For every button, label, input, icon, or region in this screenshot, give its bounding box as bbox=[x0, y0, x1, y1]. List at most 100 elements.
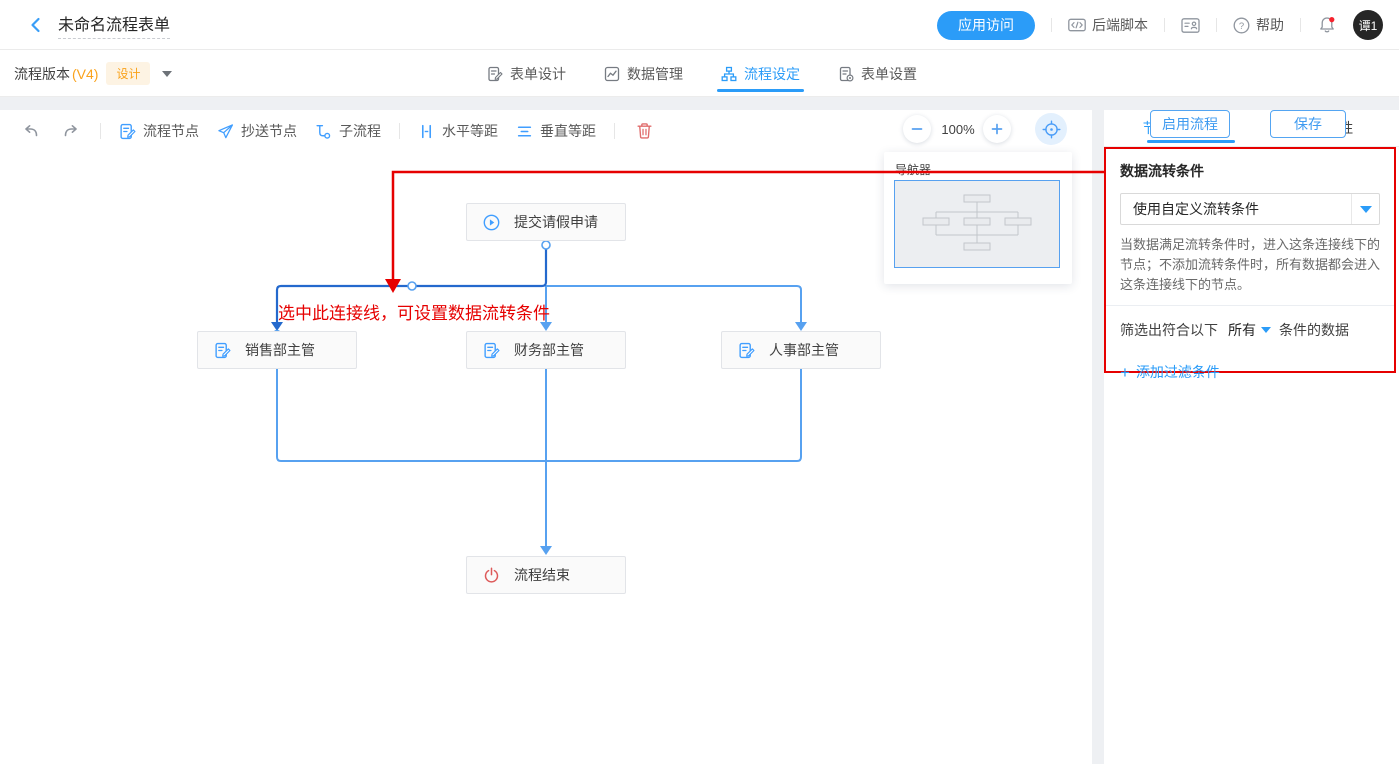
redo-button[interactable] bbox=[60, 120, 82, 142]
active-tab-underline bbox=[717, 89, 804, 92]
vertical-spacing-label: 垂直等距 bbox=[540, 121, 596, 141]
divider bbox=[100, 123, 101, 139]
divider bbox=[1300, 18, 1301, 32]
navigator-title: 导航器 bbox=[895, 161, 931, 178]
minus-icon bbox=[910, 122, 924, 136]
form-node-icon bbox=[738, 342, 755, 359]
add-filter-button[interactable]: + 添加过滤条件 bbox=[1120, 362, 1380, 382]
tab-label: 表单设置 bbox=[861, 64, 917, 84]
id-card-icon bbox=[1181, 17, 1200, 34]
vertical-spacing-button[interactable]: 垂直等距 bbox=[516, 121, 596, 141]
panel-tabs: 节点连接线 流程属性 bbox=[1104, 110, 1399, 147]
undo-icon bbox=[22, 122, 40, 140]
play-circle-icon bbox=[483, 214, 500, 231]
condition-description: 当数据满足流转条件时，进入这条连接线下的节点；不添加流转条件时，所有数据都会进入… bbox=[1120, 235, 1380, 295]
node-label: 流程结束 bbox=[514, 565, 570, 585]
backend-script-label: 后端脚本 bbox=[1092, 15, 1148, 35]
contacts-button[interactable] bbox=[1181, 17, 1200, 34]
node-start[interactable]: 提交请假申请 bbox=[466, 203, 626, 241]
node-label: 财务部主管 bbox=[514, 340, 584, 360]
undo-button[interactable] bbox=[20, 120, 42, 142]
notification-dot bbox=[1329, 17, 1334, 22]
horizontal-spacing-button[interactable]: 水平等距 bbox=[418, 121, 498, 141]
divider bbox=[614, 123, 615, 139]
annotation-text: 选中此连接线，可设置数据流转条件 bbox=[278, 299, 550, 324]
code-icon bbox=[1068, 17, 1086, 33]
filter-mode-dropdown[interactable]: 所有 bbox=[1228, 320, 1271, 340]
enable-flow-button[interactable]: 启用流程 bbox=[1150, 110, 1230, 138]
node-hr[interactable]: 人事部主管 bbox=[721, 331, 881, 369]
power-icon bbox=[483, 567, 500, 584]
divider bbox=[1164, 18, 1165, 32]
question-circle-icon: ? bbox=[1233, 17, 1250, 34]
divider bbox=[1216, 18, 1217, 32]
highlight-red-box: 数据流转条件 使用自定义流转条件 当数据满足流转条件时，进入这条连接线下的节点；… bbox=[1104, 147, 1396, 373]
workflow-icon bbox=[721, 66, 737, 82]
divider bbox=[1051, 18, 1052, 32]
crosshair-icon bbox=[1042, 120, 1061, 139]
add-subflow-button[interactable]: 子流程 bbox=[315, 121, 381, 141]
node-label: 人事部主管 bbox=[769, 340, 839, 360]
divider bbox=[399, 123, 400, 139]
save-button[interactable]: 保存 bbox=[1270, 110, 1346, 138]
cc-node-label: 抄送节点 bbox=[241, 121, 297, 141]
filter-mode-value: 所有 bbox=[1228, 320, 1256, 340]
panel-active-underline bbox=[1147, 140, 1235, 143]
page-title[interactable]: 未命名流程表单 bbox=[58, 11, 170, 39]
plus-icon: + bbox=[1120, 364, 1130, 381]
app-access-button[interactable]: 应用访问 bbox=[937, 11, 1035, 40]
tab-label: 表单设计 bbox=[510, 64, 566, 84]
notifications-button[interactable] bbox=[1317, 15, 1337, 35]
zoom-out-button[interactable] bbox=[903, 115, 931, 143]
horizontal-spacing-icon bbox=[418, 123, 435, 140]
bell-icon bbox=[1317, 15, 1337, 35]
locate-button[interactable] bbox=[1035, 113, 1067, 145]
data-chart-icon bbox=[604, 66, 620, 82]
tab-form-design[interactable]: 表单设计 bbox=[487, 50, 566, 97]
select-arrow-zone bbox=[1351, 194, 1379, 224]
horizontal-spacing-label: 水平等距 bbox=[442, 121, 498, 141]
condition-select[interactable]: 使用自定义流转条件 bbox=[1120, 193, 1380, 225]
node-label: 提交请假申请 bbox=[514, 212, 598, 232]
flow-node-label: 流程节点 bbox=[143, 121, 199, 141]
back-button[interactable] bbox=[26, 15, 46, 35]
section-title: 数据流转条件 bbox=[1120, 161, 1380, 181]
chevron-down-icon bbox=[1360, 206, 1372, 213]
tab-label: 数据管理 bbox=[627, 64, 683, 84]
navigator-panel: 导航器 bbox=[884, 152, 1072, 284]
version-label: 流程版本 bbox=[14, 64, 70, 84]
tab-flow-settings[interactable]: 流程设定 bbox=[721, 50, 800, 97]
subflow-icon bbox=[315, 123, 332, 140]
svg-text:?: ? bbox=[1239, 21, 1244, 32]
backend-script-button[interactable]: 后端脚本 bbox=[1068, 15, 1148, 35]
add-cc-node-button[interactable]: 抄送节点 bbox=[217, 121, 297, 141]
zoom-in-button[interactable] bbox=[983, 115, 1011, 143]
right-panel: 节点连接线 流程属性 数据流转条件 使用自定义流转条件 当数据满足流转条件时，进… bbox=[1104, 110, 1399, 764]
filter-row: 筛选出符合以下 所有 条件的数据 bbox=[1120, 320, 1380, 340]
flow-canvas[interactable]: 流程节点 抄送节点 子流程 水平等距 bbox=[0, 110, 1092, 764]
filter-suffix: 条件的数据 bbox=[1279, 320, 1349, 340]
add-filter-label: 添加过滤条件 bbox=[1136, 362, 1220, 382]
tab-form-settings[interactable]: 表单设置 bbox=[838, 50, 917, 97]
avatar[interactable]: 谭1 bbox=[1353, 10, 1383, 40]
help-button[interactable]: ? 帮助 bbox=[1233, 15, 1284, 35]
node-end[interactable]: 流程结束 bbox=[466, 556, 626, 594]
tab-label: 流程设定 bbox=[744, 64, 800, 84]
condition-select-value: 使用自定义流转条件 bbox=[1121, 199, 1351, 219]
zoom-level: 100% bbox=[938, 122, 978, 137]
help-label: 帮助 bbox=[1256, 15, 1284, 35]
delete-button[interactable] bbox=[633, 120, 655, 142]
flow-edge[interactable] bbox=[277, 286, 801, 546]
main-tabs: 表单设计 数据管理 流程设定 bbox=[487, 50, 917, 97]
navigator-minimap[interactable] bbox=[894, 180, 1060, 268]
tab-data-management[interactable]: 数据管理 bbox=[604, 50, 683, 97]
version-dropdown-caret[interactable] bbox=[162, 71, 172, 77]
filter-prefix: 筛选出符合以下 bbox=[1120, 320, 1218, 340]
version-number: (V4) bbox=[72, 66, 98, 82]
node-finance[interactable]: 财务部主管 bbox=[466, 331, 626, 369]
chevron-down-icon bbox=[1261, 327, 1271, 333]
add-flow-node-button[interactable]: 流程节点 bbox=[119, 121, 199, 141]
form-design-icon bbox=[487, 66, 503, 82]
plus-icon bbox=[990, 122, 1004, 136]
node-sales[interactable]: 销售部主管 bbox=[197, 331, 357, 369]
